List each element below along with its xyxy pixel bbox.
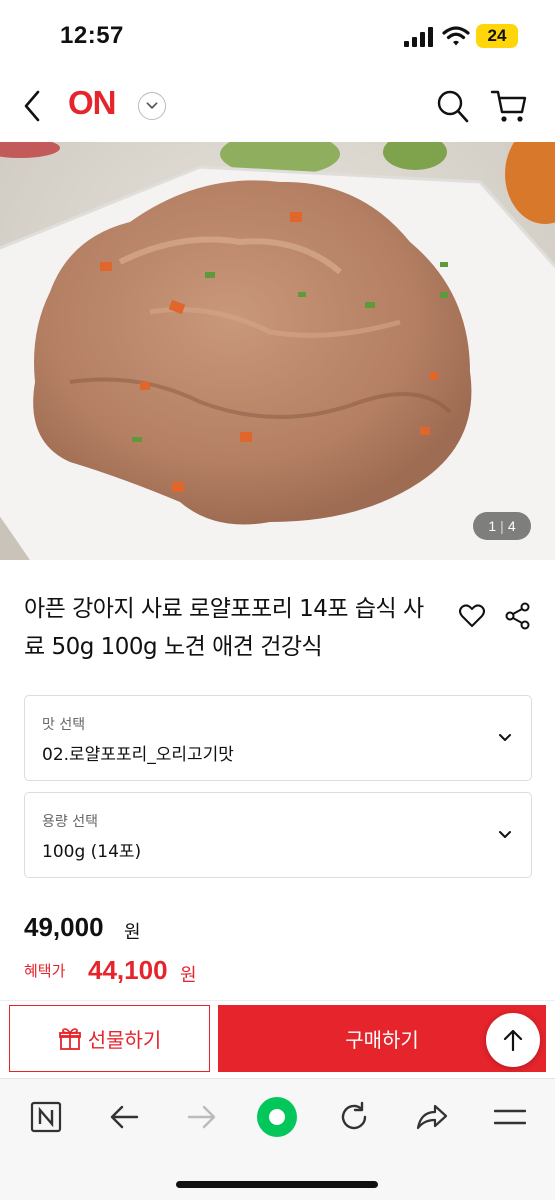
- volume-select-value: 100g (14포): [42, 842, 142, 862]
- price-original: 49,000: [24, 912, 104, 942]
- signal-icon: [404, 27, 433, 47]
- reload-glyph: [341, 1101, 367, 1130]
- green-dot-glyph: [257, 1097, 297, 1137]
- status-time: 12:57: [60, 22, 124, 49]
- back-arrow-icon[interactable]: [104, 1097, 144, 1137]
- share-arrow-glyph: [416, 1104, 448, 1130]
- price-benefit: 44,100: [88, 955, 168, 985]
- gift-button-label: 선물하기: [87, 1028, 162, 1052]
- flavor-select-label: 맛 선택: [42, 717, 86, 733]
- price-original-unit: 원: [124, 922, 141, 943]
- chevron-down-icon[interactable]: [138, 92, 166, 120]
- wifi-icon: [442, 26, 470, 46]
- browser-toolbar: [0, 1078, 555, 1200]
- chevron-down-icon: [499, 734, 511, 741]
- product-image[interactable]: 1 | 4: [0, 142, 555, 560]
- price-benefit-unit: 원: [180, 965, 197, 986]
- menu-glyph: [494, 1109, 526, 1125]
- product-photo: [0, 142, 555, 560]
- naver-n-glyph: [30, 1101, 62, 1133]
- battery-icon: 24: [476, 24, 518, 48]
- benefit-price-label: 혜택가: [24, 962, 66, 980]
- back-icon[interactable]: [18, 86, 48, 126]
- heart-icon[interactable]: [458, 602, 486, 630]
- flavor-select-value: 02.로얄포포리_오리고기맛: [42, 745, 234, 765]
- share-arrow-icon[interactable]: [412, 1097, 452, 1137]
- image-counter-separator: |: [500, 518, 504, 534]
- cart-icon[interactable]: [490, 88, 528, 124]
- volume-select-label: 용량 선택: [42, 814, 98, 830]
- home-indicator: [176, 1181, 378, 1188]
- action-bar: 선물하기 구매하기: [0, 1000, 555, 1078]
- flavor-select[interactable]: 맛 선택 02.로얄포포리_오리고기맛: [24, 695, 532, 781]
- image-counter-current: 1: [488, 518, 497, 534]
- app-header: ON: [0, 70, 555, 142]
- volume-select[interactable]: 용량 선택 100g (14포): [24, 792, 532, 878]
- brand-logo[interactable]: ON: [68, 84, 116, 122]
- status-bar: 12:57 24: [0, 0, 555, 70]
- image-counter: 1 | 4: [473, 512, 531, 540]
- gift-button[interactable]: 선물하기: [9, 1005, 210, 1072]
- scroll-to-top-button[interactable]: [486, 1013, 540, 1067]
- naver-n-icon[interactable]: [26, 1097, 66, 1137]
- forward-arrow-glyph: [187, 1105, 216, 1129]
- back-arrow-glyph: [110, 1105, 139, 1129]
- chevron-down-icon: [499, 831, 511, 838]
- reload-icon[interactable]: [334, 1097, 374, 1137]
- buy-button-label: 구매하기: [345, 1028, 419, 1052]
- product-title: 아픈 강아지 사료 로얄포포리 14포 습식 사료 50g 100g 노견 애견…: [24, 596, 424, 660]
- share-icon[interactable]: [504, 602, 532, 630]
- search-icon[interactable]: [436, 88, 470, 124]
- image-counter-total: 4: [507, 518, 516, 534]
- menu-icon[interactable]: [490, 1097, 530, 1137]
- gift-icon: [58, 1027, 81, 1050]
- green-dot-icon[interactable]: [255, 1095, 299, 1139]
- forward-arrow-icon[interactable]: [182, 1097, 222, 1137]
- arrow-up-icon: [503, 1029, 523, 1052]
